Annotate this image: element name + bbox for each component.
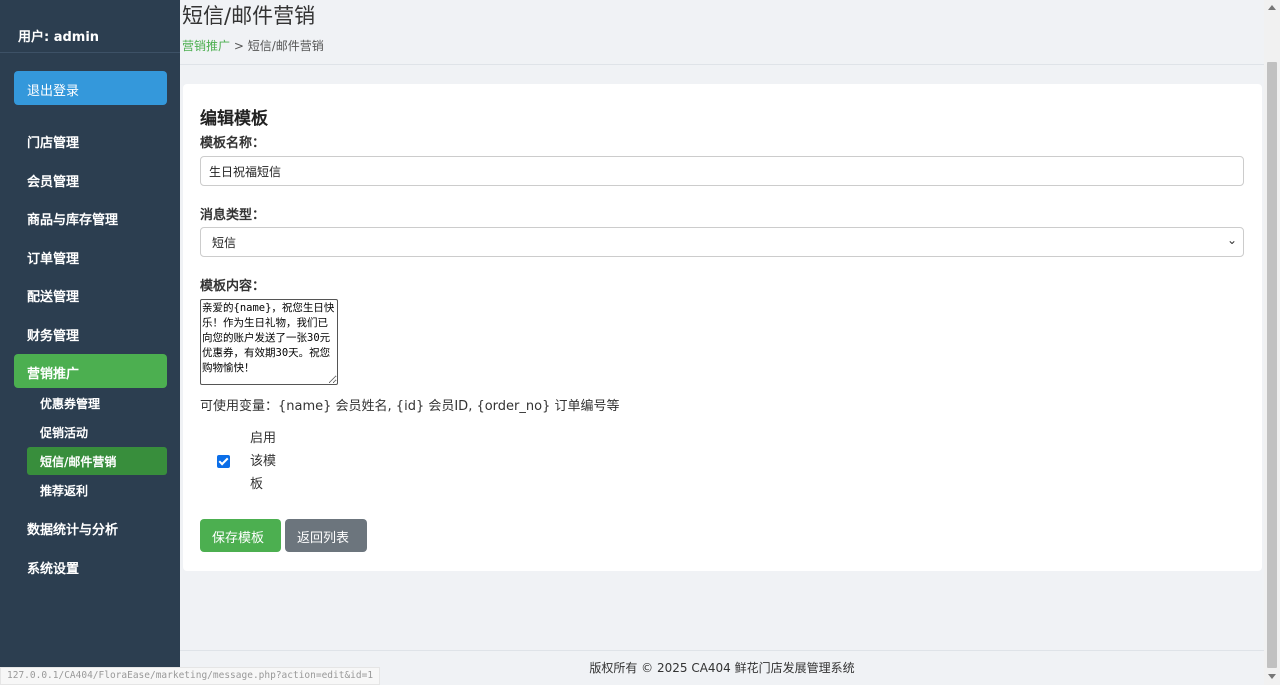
user-label: 用户: admin [18,30,100,45]
enable-template-checkbox[interactable] [217,455,230,468]
page-title: 短信/邮件营销 [182,4,316,28]
variables-hint: 可使用变量：{name} 会员姓名, {id} 会员ID, {order_no}… [200,399,620,414]
template-name-input[interactable] [200,156,1244,186]
nav-item-analytics[interactable]: 数据统计与分析 [14,510,167,544]
logout-button[interactable]: 退出登录 [14,71,167,105]
header-divider [180,64,1264,65]
breadcrumb: 营销推广 > 短信/邮件营销 [182,37,324,54]
sub-item-coupons[interactable]: 优惠券管理 [27,389,167,417]
divider [0,52,180,53]
sub-item-promotions[interactable]: 促销活动 [27,418,167,446]
breadcrumb-current: 短信/邮件营销 [247,39,324,53]
status-bar-url: 127.0.0.1/CA404/FloraEase/marketing/mess… [0,667,381,685]
nav-item-delivery[interactable]: 配送管理 [14,277,167,311]
footer-divider [180,650,1264,651]
breadcrumb-link-marketing[interactable]: 营销推广 [182,39,230,53]
breadcrumb-separator: > [230,39,248,53]
message-type-label: 消息类型： [200,208,266,223]
nav-item-finance[interactable]: 财务管理 [14,316,167,350]
message-type-value: 短信 [212,236,237,250]
card-title: 编辑模板 [200,109,268,129]
vertical-scrollbar[interactable] [1264,0,1280,685]
template-content-label: 模板内容： [200,279,266,294]
sub-item-referral[interactable]: 推荐返利 [27,476,167,504]
nav-item-store[interactable]: 门店管理 [14,123,167,157]
scroll-down-icon[interactable] [1268,674,1276,679]
nav-item-marketing[interactable]: 营销推广 [14,354,167,388]
sub-item-messaging[interactable]: 短信/邮件营销 [27,447,167,475]
back-to-list-button[interactable]: 返回列表 [285,519,367,552]
scroll-up-icon[interactable] [1268,5,1276,10]
edit-template-card: 编辑模板 模板名称： 消息类型： 短信 ⌄ 模板内容： 亲爱的{name}，祝您… [183,84,1262,571]
nav-item-member[interactable]: 会员管理 [14,162,167,196]
enable-template-label[interactable]: 启用该模板 [250,427,286,496]
template-name-label: 模板名称： [200,136,266,151]
sidebar: 用户: admin 退出登录 门店管理 会员管理 商品与库存管理 订单管理 配送… [0,0,180,667]
nav-item-settings[interactable]: 系统设置 [14,549,167,583]
nav-item-inventory[interactable]: 商品与库存管理 [14,200,167,234]
chevron-down-icon: ⌄ [1226,233,1237,247]
save-template-button[interactable]: 保存模板 [200,519,281,552]
message-type-select[interactable]: 短信 ⌄ [200,227,1244,257]
scrollbar-thumb[interactable] [1267,62,1277,668]
nav-item-orders[interactable]: 订单管理 [14,239,167,273]
template-content-textarea[interactable]: 亲爱的{name}，祝您生日快乐！作为生日礼物，我们已向您的账户发送了一张30元… [200,299,338,385]
